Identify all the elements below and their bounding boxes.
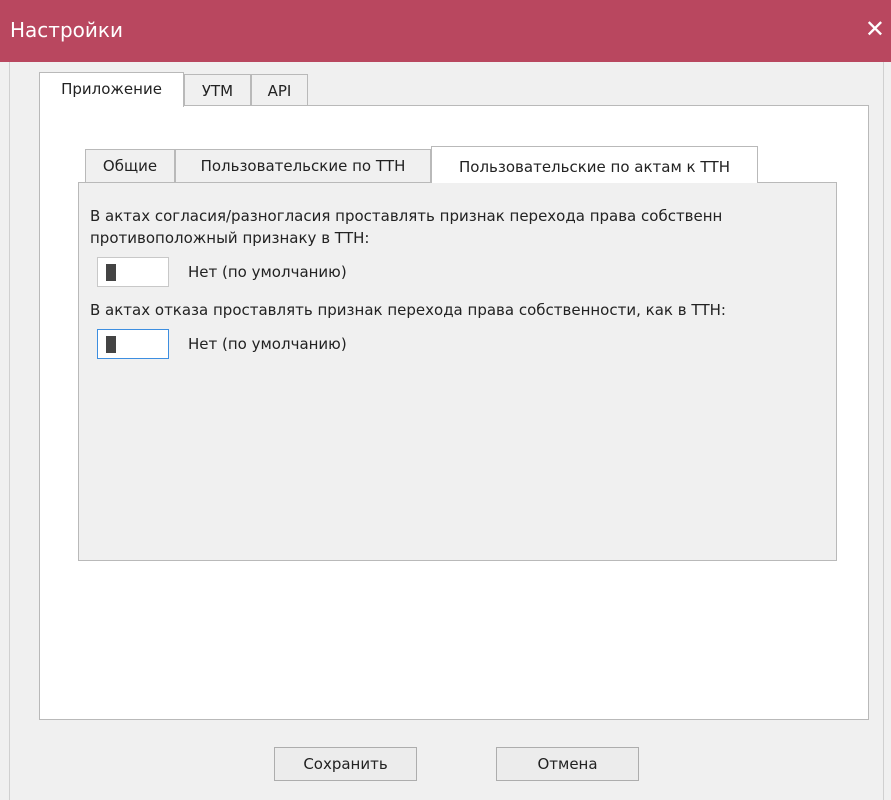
cancel-button[interactable]: Отмена xyxy=(496,747,639,781)
setting-agreement-label-line1: В актах согласия/разногласия проставлять… xyxy=(90,207,723,225)
save-button[interactable]: Сохранить xyxy=(274,747,417,781)
tab-utm[interactable]: УТМ xyxy=(184,74,251,105)
agreement-toggle[interactable] xyxy=(97,257,169,287)
toggle-knob xyxy=(106,336,116,353)
tab-general[interactable]: Общие xyxy=(85,149,175,182)
tab-api[interactable]: API xyxy=(251,74,308,105)
dialog-content: Приложение УТМ API Общие Пользовательски… xyxy=(9,62,884,800)
refusal-toggle[interactable] xyxy=(97,329,169,359)
setting-refusal-label: В актах отказа проставлять признак перех… xyxy=(90,301,726,319)
toggle-knob xyxy=(106,264,116,281)
refusal-toggle-value: Нет (по умолчанию) xyxy=(188,335,347,353)
agreement-toggle-value: Нет (по умолчанию) xyxy=(188,263,347,281)
tab-custom-acts-ttn[interactable]: Пользовательские по актам к ТТН xyxy=(431,146,758,183)
close-icon[interactable]: ✕ xyxy=(865,16,885,42)
setting-agreement-label-line2: противоположный признаку в ТТН: xyxy=(90,229,370,247)
tab-custom-ttn[interactable]: Пользовательские по ТТН xyxy=(175,149,431,182)
title-bar[interactable]: Настройки ✕ xyxy=(0,0,891,62)
tab-application[interactable]: Приложение xyxy=(39,72,184,107)
window-title: Настройки xyxy=(10,18,123,42)
settings-dialog: Настройки ✕ Приложение УТМ API Общие Пол… xyxy=(0,0,891,800)
